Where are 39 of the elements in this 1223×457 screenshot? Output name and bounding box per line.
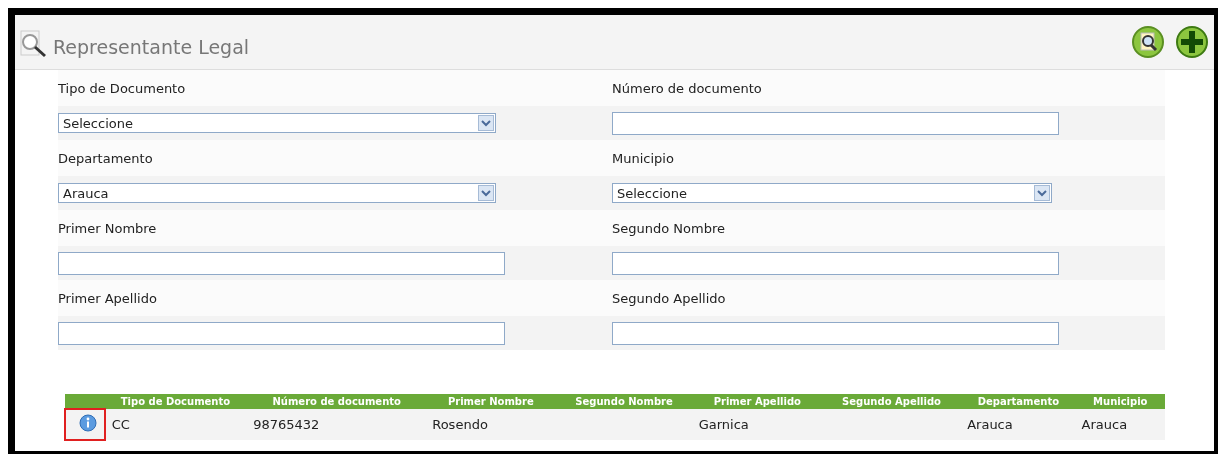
table-cell: Arauca: [1081, 417, 1128, 432]
column-header: Segundo Apellido: [842, 396, 941, 407]
table-cell: Rosendo: [432, 417, 488, 432]
info-icon: [78, 414, 97, 432]
column-header: Número de documento: [272, 396, 401, 407]
input-field[interactable]: [612, 251, 1059, 275]
add-button[interactable]: [1174, 24, 1210, 60]
input-field[interactable]: [612, 321, 1059, 345]
table-cell: Arauca: [967, 417, 1013, 432]
field-label: Tipo de Documento: [58, 80, 187, 96]
chevron-down-icon: [478, 115, 494, 131]
dropdown[interactable]: Seleccione: [58, 113, 496, 133]
column-header: Primer Apellido: [713, 396, 801, 407]
column-header: Departamento: [977, 396, 1060, 407]
column-header: Segundo Nombre: [575, 396, 673, 407]
input-field[interactable]: [58, 321, 505, 345]
dropdown[interactable]: Arauca: [58, 183, 496, 203]
panel-title: Representante Legal: [53, 36, 250, 58]
dropdown[interactable]: Seleccione: [612, 183, 1052, 203]
chevron-down-icon: [478, 185, 494, 201]
column-header: Tipo de Documento: [120, 396, 231, 407]
field-label: Departamento: [58, 150, 154, 166]
field-label: Segundo Apellido: [612, 290, 727, 306]
chevron-down-icon: [1034, 185, 1050, 201]
column-header: Municipio: [1093, 396, 1148, 407]
search-button[interactable]: [1130, 24, 1166, 60]
field-label: Primer Nombre: [58, 220, 158, 236]
field-label: Primer Apellido: [58, 290, 158, 306]
table-cell: 98765432: [253, 417, 320, 432]
info-button[interactable]: [65, 409, 105, 440]
field-label: Segundo Nombre: [612, 220, 726, 236]
table-cell: Garnica: [698, 417, 749, 432]
column-header: Primer Nombre: [447, 396, 534, 407]
field-label: Número de documento: [612, 80, 763, 96]
table-cell: CC: [111, 417, 130, 432]
field-label: Municipio: [612, 150, 675, 166]
input-field[interactable]: [612, 111, 1059, 135]
magnifier-icon: [19, 29, 49, 59]
input-field[interactable]: [58, 251, 505, 275]
